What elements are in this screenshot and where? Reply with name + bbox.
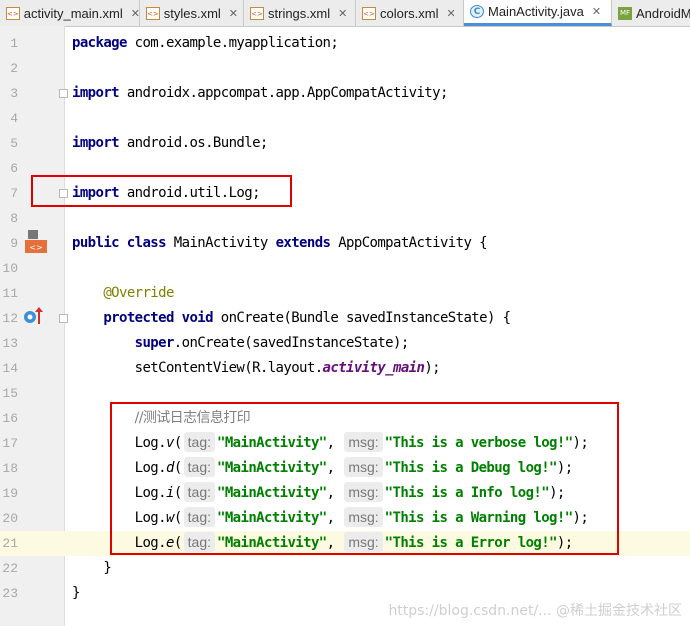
code-text: ); [424, 360, 440, 376]
keyword: public class [72, 235, 167, 251]
xml-file-icon: <> [250, 6, 264, 20]
close-icon[interactable]: ✕ [229, 7, 238, 20]
code-line: 5 import android.os.Bundle; [0, 131, 690, 156]
line-number: 3 [10, 86, 18, 101]
code-text: MainActivity [165, 235, 276, 251]
code-line: 13 super.onCreate(savedInstanceState); [0, 331, 690, 356]
xml-file-icon: <> [6, 6, 20, 20]
code-line: 3 import androidx.appcompat.app.AppCompa… [0, 81, 690, 106]
code-text: android.os.Bundle; [118, 135, 269, 151]
xml-file-icon: <> [362, 6, 376, 20]
xml-file-icon: <> [146, 6, 160, 20]
line-number: 17 [2, 436, 18, 451]
line-number: 10 [2, 261, 18, 276]
tab-colors-xml[interactable]: <> colors.xml ✕ [356, 0, 464, 26]
line-number: 16 [2, 411, 18, 426]
highlight-box-import-log [31, 175, 292, 207]
tab-label: styles.xml [163, 5, 221, 21]
code-line: 8 [0, 206, 690, 231]
line-number: 22 [2, 561, 18, 576]
keyword: extends [275, 235, 331, 251]
line-number: 8 [10, 211, 18, 226]
annotation: @Override [103, 285, 174, 301]
keyword: protected void [103, 310, 213, 326]
code-text: AppCompatActivity { [330, 235, 487, 251]
code-line: 22 } [0, 556, 690, 581]
fold-marker-icon[interactable] [59, 314, 68, 323]
tab-label: activity_main.xml [23, 5, 123, 21]
code-line: 2 [0, 56, 690, 81]
tab-activity-main-xml[interactable]: <> activity_main.xml ✕ [0, 0, 140, 26]
line-number: 14 [2, 361, 18, 376]
tab-mainactivity-java[interactable]: C MainActivity.java ✕ [464, 0, 612, 26]
manifest-file-icon: MF [618, 6, 632, 20]
line-number: 9 [10, 236, 18, 251]
code-line: 1 package com.example.myapplication; [0, 31, 690, 56]
code-text: androidx.appcompat.app.AppCompatActivity… [118, 85, 449, 101]
line-number: 7 [10, 186, 18, 201]
line-number: 1 [10, 36, 18, 51]
keyword: super [134, 335, 175, 351]
line-number: 23 [2, 586, 18, 601]
code-line: 14 setContentView(R.layout.activity_main… [0, 356, 690, 381]
line-number: 12 [2, 311, 18, 326]
override-method-icon[interactable] [22, 306, 44, 326]
line-number: 13 [2, 336, 18, 351]
line-number: 2 [10, 61, 18, 76]
code-line: 12 protected void onCreate(Bundle savedI… [0, 306, 690, 331]
code-text: com.example.myapplication; [126, 35, 339, 51]
code-line: 9 public class MainActivity extends AppC… [0, 231, 690, 256]
svg-text:<>: <> [29, 243, 42, 252]
code-text: .onCreate(savedInstanceState); [173, 335, 409, 351]
line-number: 19 [2, 486, 18, 501]
java-class-icon: C [470, 5, 484, 18]
keyword: package [72, 35, 127, 51]
line-number: 4 [10, 111, 18, 126]
line-number: 20 [2, 511, 18, 526]
keyword: import [72, 85, 120, 101]
code-line: 10 [0, 256, 690, 281]
line-number: 15 [2, 386, 18, 401]
field-reference: activity_main [322, 360, 425, 376]
watermark: https://blog.csdn.net/... @稀土掘金技术社区 [388, 603, 682, 619]
code-line: 4 [0, 106, 690, 131]
activity-layout-icon[interactable]: <> [24, 230, 48, 254]
code-text: onCreate(Bundle savedInstanceState) { [212, 310, 511, 326]
fold-marker-icon[interactable] [59, 89, 68, 98]
tab-styles-xml[interactable]: <> styles.xml ✕ [140, 0, 244, 26]
tab-label: MainActivity.java [488, 4, 584, 19]
code-line: 11 @Override [0, 281, 690, 306]
line-number: 6 [10, 161, 18, 176]
line-number: 18 [2, 461, 18, 476]
line-number: 11 [2, 286, 18, 301]
highlight-box-log-calls [110, 402, 619, 555]
code-text: } [103, 560, 112, 576]
code-text: setContentView(R.layout. [134, 360, 323, 376]
line-number: 21 [2, 536, 18, 551]
close-icon[interactable]: ✕ [338, 7, 347, 20]
line-number: 5 [10, 136, 18, 151]
tab-label: AndroidM [636, 5, 690, 21]
close-icon[interactable]: ✕ [592, 5, 601, 18]
code-text: } [72, 585, 80, 601]
tab-label: strings.xml [268, 5, 331, 21]
tab-android-manifest[interactable]: MF AndroidM [612, 0, 690, 26]
close-icon[interactable]: ✕ [447, 7, 456, 20]
close-icon[interactable]: ✕ [131, 7, 140, 20]
tab-label: colors.xml [380, 5, 439, 21]
keyword: import [72, 135, 120, 151]
editor-tab-bar: <> activity_main.xml ✕ <> styles.xml ✕ <… [0, 0, 690, 27]
tab-strings-xml[interactable]: <> strings.xml ✕ [244, 0, 356, 26]
